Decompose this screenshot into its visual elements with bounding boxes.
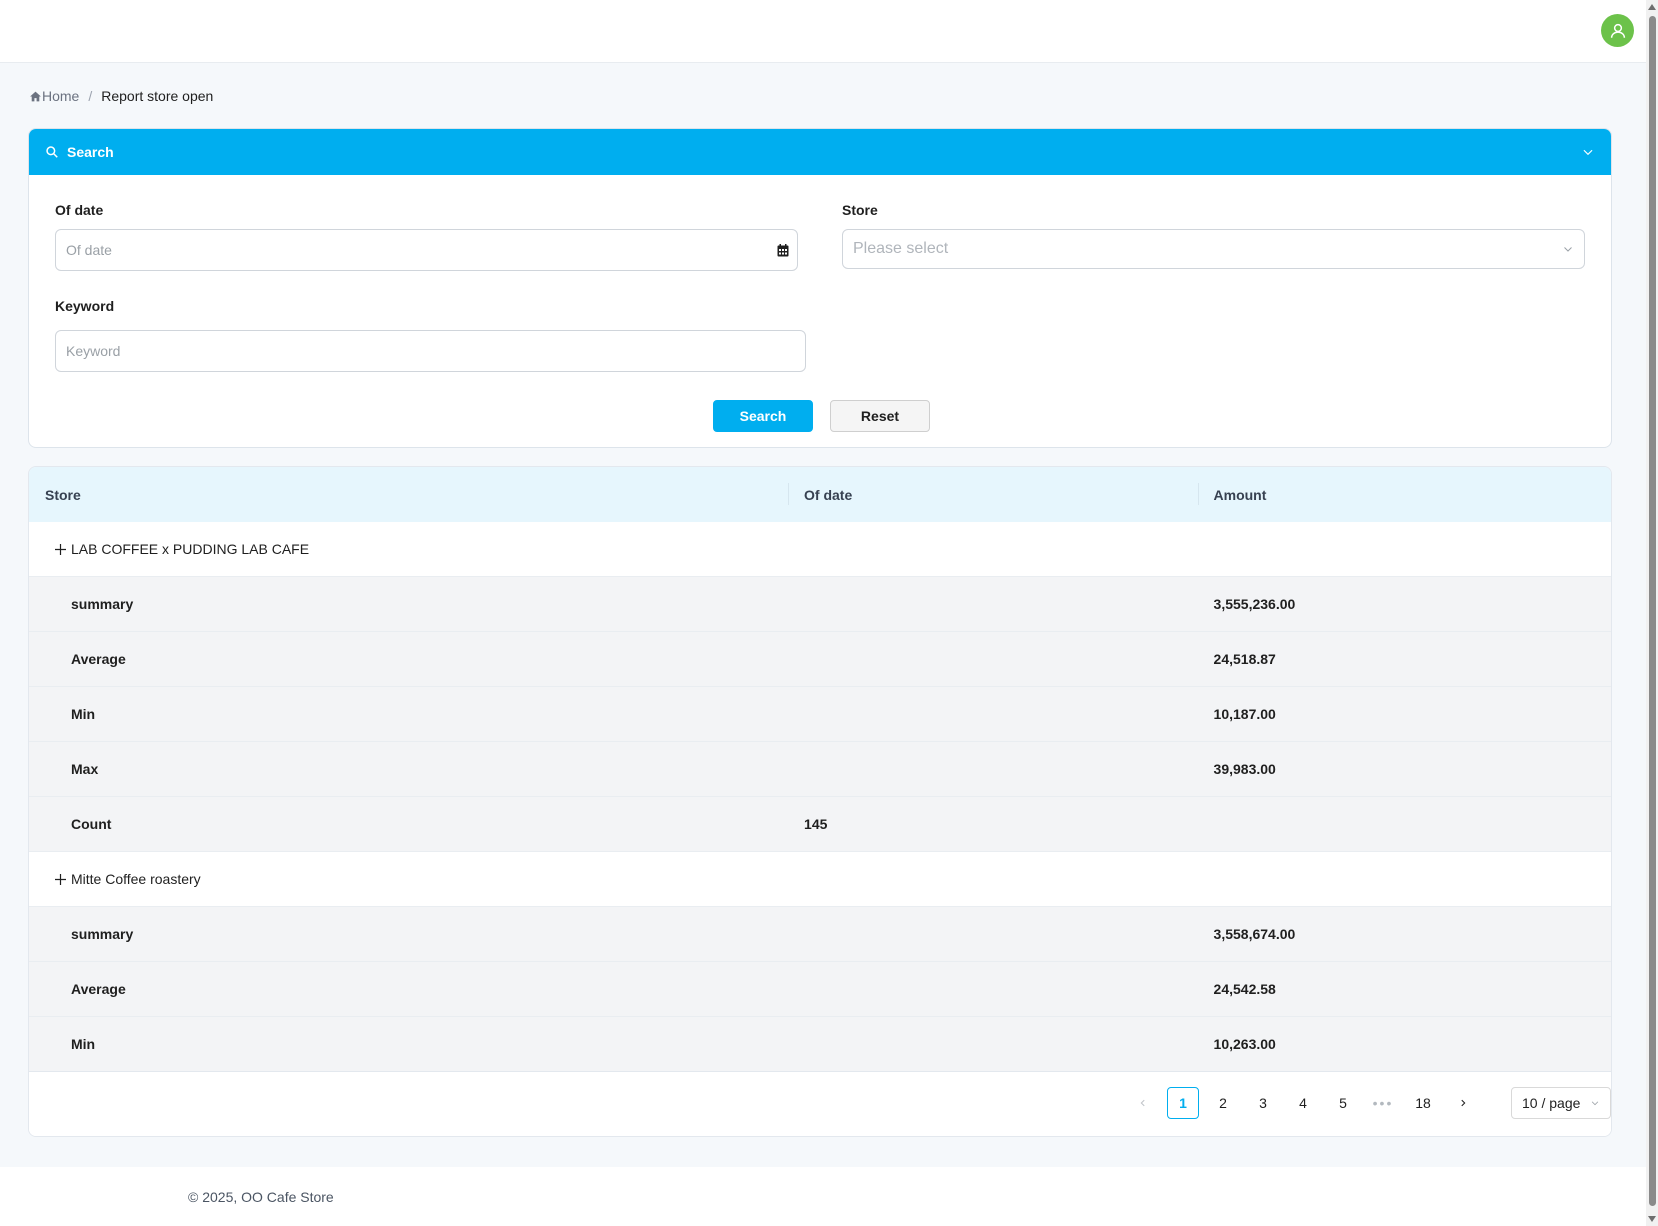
page-scrollbar[interactable] (1646, 0, 1658, 1226)
report-table: Store Of date Amount LAB COFFEE x PUDDIN… (28, 466, 1612, 1137)
row-of-date (788, 742, 1197, 796)
page-size-value: 10 / page (1522, 1095, 1581, 1111)
column-header-store[interactable]: Store (29, 467, 788, 522)
expand-plus-icon[interactable] (49, 868, 71, 890)
prev-page-button[interactable] (1127, 1087, 1159, 1119)
breadcrumb-home-link[interactable]: Home (29, 88, 79, 104)
keyword-input[interactable] (55, 330, 806, 372)
page-button-2[interactable]: 2 (1207, 1087, 1239, 1119)
row-of-date (788, 907, 1197, 961)
user-icon (1610, 23, 1625, 38)
row-amount: 24,518.87 (1213, 651, 1276, 667)
row-of-date (788, 687, 1197, 741)
keyword-label: Keyword (55, 298, 115, 314)
group-store-name: LAB COFFEE x PUDDING LAB CAFE (71, 541, 310, 557)
page-size-select[interactable]: 10 / page (1511, 1087, 1611, 1119)
page-button-3[interactable]: 3 (1247, 1087, 1279, 1119)
expand-plus-icon[interactable] (49, 538, 71, 560)
page-button-1[interactable]: 1 (1167, 1087, 1199, 1119)
breadcrumb-current: Report store open (101, 88, 214, 104)
table-row: Count 145 (29, 797, 1611, 852)
table-row: Max 39,983.00 (29, 742, 1611, 797)
scroll-up-arrow-icon[interactable] (1648, 4, 1656, 10)
table-header: Store Of date Amount (29, 467, 1611, 522)
chevron-down-icon (1564, 247, 1572, 252)
row-of-date (788, 962, 1197, 1016)
row-label: Count (71, 816, 112, 832)
pagination-bar: 1 2 3 4 5 ••• 18 10 / page (29, 1071, 1611, 1136)
table-row: Min 10,187.00 (29, 687, 1611, 742)
reset-button[interactable]: Reset (830, 400, 930, 432)
row-label: summary (71, 926, 134, 942)
row-of-date (788, 577, 1197, 631)
calendar-icon[interactable] (777, 244, 789, 257)
table-row: Average 24,518.87 (29, 632, 1611, 687)
search-panel: Search Of date Store Please select Keywo… (28, 128, 1612, 448)
column-header-amount[interactable]: Amount (1197, 467, 1611, 522)
column-header-of-date[interactable]: Of date (788, 467, 1197, 522)
footer: © 2025, OO Cafe Store (0, 1167, 1646, 1226)
row-amount (1198, 797, 1611, 851)
next-page-button[interactable] (1447, 1087, 1479, 1119)
store-select-placeholder: Please select (853, 240, 949, 257)
row-label: Min (71, 1036, 96, 1052)
of-date-label: Of date (55, 202, 104, 218)
group-store-name: Mitte Coffee roastery (71, 871, 201, 887)
page-button-5[interactable]: 5 (1327, 1087, 1359, 1119)
store-select[interactable]: Please select (842, 229, 1585, 269)
row-of-date (788, 1017, 1197, 1071)
chevron-down-icon[interactable] (1581, 145, 1595, 159)
copyright-text: © 2025, OO Cafe Store (188, 1189, 334, 1205)
chevron-left-icon (1140, 1099, 1145, 1107)
breadcrumb: Home / Report store open (29, 88, 213, 104)
row-of-date (788, 632, 1197, 686)
page-jump-ellipsis[interactable]: ••• (1367, 1087, 1399, 1119)
search-button[interactable]: Search (713, 400, 813, 432)
search-panel-title: Search (67, 144, 114, 160)
top-bar (0, 0, 1646, 63)
table-row: Average 24,542.58 (29, 962, 1611, 1017)
row-amount: 3,558,674.00 (1213, 926, 1296, 942)
row-amount: 24,542.58 (1213, 981, 1276, 997)
of-date-input[interactable] (55, 229, 798, 271)
row-label: Average (71, 651, 126, 667)
row-amount: 39,983.00 (1213, 761, 1276, 777)
pagination: 1 2 3 4 5 ••• 18 10 / page (1127, 1087, 1611, 1119)
home-icon (30, 91, 41, 101)
table-row: summary 3,555,236.00 (29, 577, 1611, 632)
row-label: Average (71, 981, 126, 997)
page-button-4[interactable]: 4 (1287, 1087, 1319, 1119)
table-row: summary 3,558,674.00 (29, 907, 1611, 962)
chevron-down-icon (1591, 1101, 1599, 1106)
row-label: Max (71, 761, 99, 777)
search-panel-header[interactable]: Search (29, 129, 1611, 175)
table-group-row[interactable]: LAB COFFEE x PUDDING LAB CAFE (29, 522, 1611, 577)
table-group-row[interactable]: Mitte Coffee roastery (29, 852, 1611, 907)
page-button-18[interactable]: 18 (1407, 1087, 1439, 1119)
table-row: Min 10,263.00 (29, 1017, 1611, 1072)
search-icon (46, 146, 58, 158)
breadcrumb-separator: / (88, 88, 93, 104)
user-avatar[interactable] (1601, 14, 1634, 47)
row-of-date: 145 (804, 816, 828, 832)
row-label: Min (71, 706, 96, 722)
store-label: Store (842, 202, 878, 218)
chevron-right-icon (1461, 1099, 1466, 1107)
scroll-thumb[interactable] (1649, 16, 1656, 1206)
row-amount: 3,555,236.00 (1213, 596, 1296, 612)
scroll-down-arrow-icon[interactable] (1648, 1216, 1656, 1222)
row-label: summary (71, 596, 134, 612)
row-amount: 10,187.00 (1213, 706, 1276, 722)
row-amount: 10,263.00 (1213, 1036, 1276, 1052)
breadcrumb-home-label: Home (42, 88, 80, 104)
